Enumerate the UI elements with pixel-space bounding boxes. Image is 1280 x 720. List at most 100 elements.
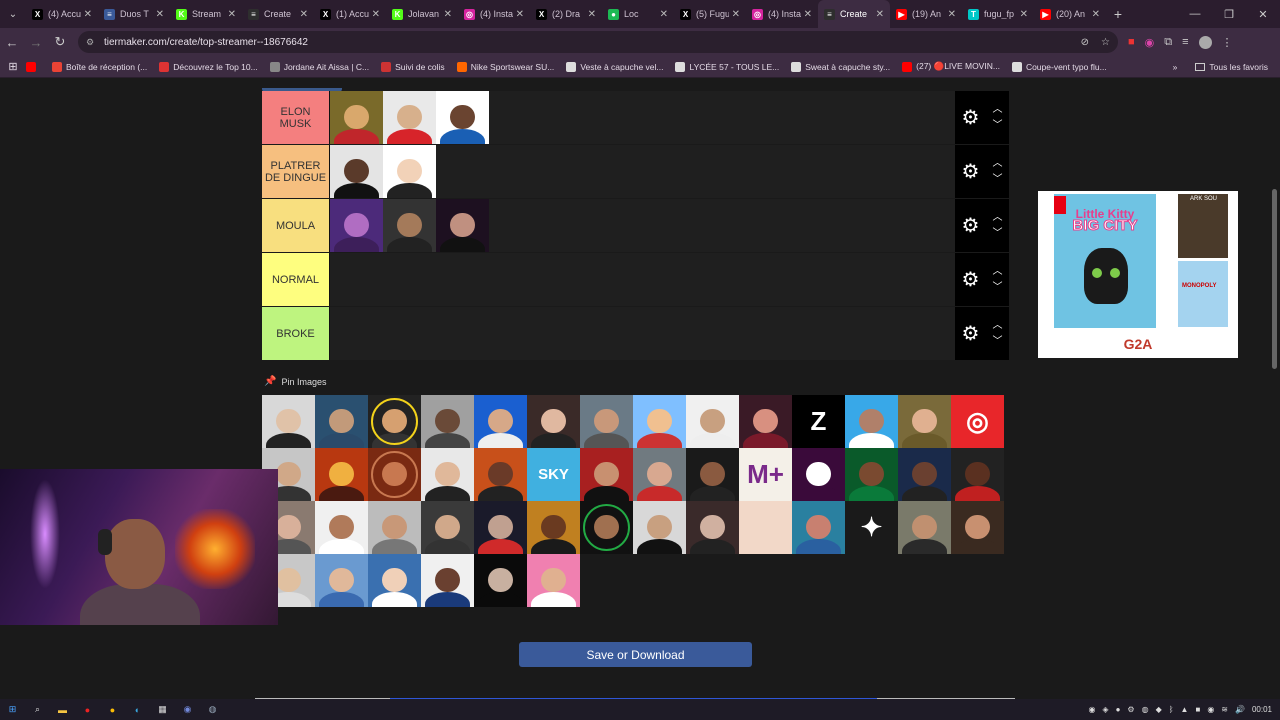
move-down-icon[interactable]: ﹀ — [992, 172, 1002, 188]
browser-tab[interactable]: ▶ (20) An ✕ — [1034, 0, 1106, 28]
close-tab-icon[interactable]: ✕ — [1092, 9, 1100, 20]
pool-image[interactable] — [474, 395, 527, 448]
pool-image[interactable] — [421, 448, 474, 501]
pool-image[interactable]: ✦ — [845, 501, 898, 554]
file-explorer-icon[interactable]: ▬ — [50, 705, 75, 715]
close-tab-icon[interactable]: ✕ — [660, 9, 668, 20]
browser-tab[interactable]: ≡ Create ✕ — [818, 0, 890, 28]
volume-icon[interactable]: 🔊 — [1235, 705, 1245, 714]
tray-icon[interactable]: ◈ — [1102, 705, 1108, 714]
restore-button[interactable]: ❐ — [1212, 8, 1246, 21]
pool-image[interactable] — [262, 395, 315, 448]
gear-icon[interactable]: ⚙ — [962, 267, 980, 292]
bookmark-item[interactable]: Sweat à capuche sty... — [791, 61, 890, 72]
new-tab-button[interactable]: + — [1106, 6, 1130, 22]
move-up-icon[interactable]: ︿ — [992, 318, 1002, 334]
bookmark-item[interactable]: (27) 🔴LIVE MOVIN... — [902, 61, 1000, 72]
pool-image[interactable]: M+ — [739, 448, 792, 501]
all-bookmarks[interactable]: » Tous les favoris — [1173, 62, 1280, 72]
pool-image[interactable] — [527, 395, 580, 448]
move-down-icon[interactable]: ﹀ — [992, 118, 1002, 134]
more-bookmarks-icon[interactable]: » — [1173, 62, 1178, 72]
pool-image[interactable] — [633, 448, 686, 501]
bookmark-item[interactable]: Boîte de réception (... — [52, 61, 147, 72]
tier-drop-zone[interactable] — [329, 307, 955, 360]
tier-image[interactable] — [330, 145, 383, 198]
pool-image[interactable] — [686, 448, 739, 501]
steam-tray-icon[interactable]: ◍ — [1142, 705, 1149, 714]
browser-tab[interactable]: X (4) Accu ✕ — [26, 0, 98, 28]
pool-image[interactable] — [686, 501, 739, 554]
tier-image[interactable] — [383, 145, 436, 198]
tier-image[interactable] — [436, 199, 489, 252]
media-control-icon[interactable]: ≡ — [1182, 36, 1188, 48]
discord-tray-icon[interactable]: ◉ — [1088, 705, 1095, 714]
move-up-icon[interactable]: ︿ — [992, 264, 1002, 280]
browser-tab[interactable]: K Jolavan ✕ — [386, 0, 458, 28]
opera-icon[interactable]: ● — [75, 705, 100, 715]
pool-image[interactable] — [527, 554, 580, 607]
close-tab-icon[interactable]: ✕ — [732, 9, 740, 20]
browser-tab[interactable]: X (1) Accu ✕ — [314, 0, 386, 28]
tier-image[interactable] — [436, 91, 489, 144]
apps-grid-icon[interactable]: ⊞ — [0, 60, 26, 73]
browser-tab[interactable]: ● Loc ✕ — [602, 0, 674, 28]
pool-image[interactable] — [527, 501, 580, 554]
tray-icon[interactable]: ⚙ — [1127, 705, 1134, 714]
browser-tab[interactable]: ◎ (4) Insta ✕ — [458, 0, 530, 28]
pool-image[interactable] — [951, 501, 1004, 554]
close-tab-icon[interactable]: ✕ — [948, 9, 956, 20]
browser-tab[interactable]: X (5) Fugu ✕ — [674, 0, 746, 28]
advertisement[interactable]: Little Kitty BIG CITY ARK SOU MONOPOLY G2… — [1038, 191, 1238, 358]
pool-image[interactable] — [421, 554, 474, 607]
edge-icon[interactable]: ◐ — [125, 705, 150, 715]
forward-button[interactable]: → — [24, 35, 48, 50]
profile-avatar[interactable] — [1198, 35, 1212, 49]
move-down-icon[interactable]: ﹀ — [992, 280, 1002, 296]
close-tab-icon[interactable]: ✕ — [876, 9, 884, 20]
clock[interactable]: 00:01 — [1252, 705, 1272, 714]
pool-image[interactable] — [633, 501, 686, 554]
tier-image[interactable] — [383, 91, 436, 144]
gear-icon[interactable]: ⚙ — [962, 159, 980, 184]
close-tab-icon[interactable]: ✕ — [516, 9, 524, 20]
browser-tab[interactable]: ◎ (4) Insta ✕ — [746, 0, 818, 28]
pool-image[interactable] — [368, 501, 421, 554]
extensions-puzzle-icon[interactable]: ⧉ — [1164, 36, 1172, 49]
tier-image[interactable] — [383, 199, 436, 252]
gear-icon[interactable]: ⚙ — [962, 105, 980, 130]
pool-image[interactable] — [951, 448, 1004, 501]
bookmark-item[interactable] — [26, 61, 40, 72]
windows-start-icon[interactable]: ⊞ — [0, 704, 25, 715]
tray-icon[interactable]: ◆ — [1156, 705, 1162, 714]
pool-image[interactable] — [368, 395, 421, 448]
bookmark-item[interactable]: Découvrez le Top 10... — [159, 61, 258, 72]
discord-icon[interactable]: ◉ — [175, 704, 200, 715]
tier-drop-zone[interactable] — [329, 91, 955, 144]
reload-button[interactable]: ↻ — [48, 34, 72, 50]
move-up-icon[interactable]: ︿ — [992, 210, 1002, 226]
tray-icon[interactable]: ▲ — [1181, 705, 1189, 714]
wifi-icon[interactable]: ≋ — [1221, 705, 1228, 714]
pool-image[interactable] — [739, 395, 792, 448]
pool-image[interactable] — [315, 501, 368, 554]
pool-image[interactable] — [845, 448, 898, 501]
pool-image[interactable]: ◎ — [951, 395, 1004, 448]
pool-image[interactable] — [474, 554, 527, 607]
pool-image[interactable] — [633, 395, 686, 448]
tier-label[interactable]: BROKE — [262, 307, 329, 360]
pool-image[interactable] — [580, 501, 633, 554]
chrome-icon[interactable]: ● — [100, 705, 125, 715]
address-bar[interactable]: ⚙ tiermaker.com/create/top-streamer--186… — [78, 31, 1118, 53]
gear-icon[interactable]: ⚙ — [962, 321, 980, 346]
tier-label[interactable]: MOULA — [262, 199, 329, 252]
tier-label[interactable]: PLATRER DE DINGUE — [262, 145, 329, 198]
pool-image[interactable] — [474, 501, 527, 554]
gear-icon[interactable]: ⚙ — [962, 213, 980, 238]
steam-icon[interactable]: ◍ — [200, 704, 225, 715]
tier-image[interactable] — [330, 91, 383, 144]
tier-drop-zone[interactable] — [329, 145, 955, 198]
move-up-icon[interactable]: ︿ — [992, 156, 1002, 172]
browser-tab[interactable]: ▶ (19) An ✕ — [890, 0, 962, 28]
pool-image[interactable] — [315, 395, 368, 448]
